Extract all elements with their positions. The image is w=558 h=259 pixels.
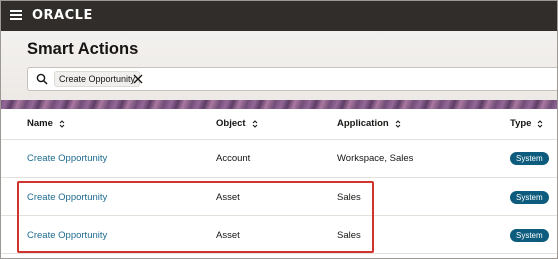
column-header-type[interactable]: Type — [510, 118, 543, 129]
table-row-object: Asset — [216, 230, 240, 241]
search-icon — [36, 73, 48, 85]
table-row-name-link[interactable]: Create Opportunity — [27, 230, 107, 241]
row-divider — [0, 215, 558, 216]
table-row-object: Account — [216, 153, 251, 164]
sort-icon[interactable] — [395, 119, 401, 129]
decorative-banner — [0, 100, 558, 109]
row-divider — [0, 177, 558, 178]
type-badge: System — [510, 229, 549, 242]
table-row-object: Asset — [216, 192, 240, 203]
sort-icon[interactable] — [537, 119, 543, 129]
type-badge: System — [510, 152, 549, 165]
hamburger-menu-icon[interactable] — [10, 10, 22, 20]
table-row-name-link[interactable]: Create Opportunity — [27, 192, 107, 203]
row-divider — [0, 139, 558, 140]
search-input[interactable]: Create Opportunity — [27, 67, 558, 91]
column-header-object[interactable]: Object — [216, 118, 258, 129]
column-header-name[interactable]: Name — [27, 118, 65, 129]
table-row-application: Workspace, Sales — [337, 153, 414, 164]
close-icon[interactable] — [132, 73, 144, 85]
sort-icon[interactable] — [252, 119, 258, 129]
table-row-application: Sales — [337, 230, 361, 241]
column-header-application[interactable]: Application — [337, 118, 401, 129]
filter-chip[interactable]: Create Opportunity — [54, 71, 141, 87]
page-title: Smart Actions — [27, 40, 139, 58]
table-row-application: Sales — [337, 192, 361, 203]
row-divider — [0, 253, 558, 254]
sort-icon[interactable] — [59, 119, 65, 129]
top-bar: ORACLE — [0, 0, 558, 31]
oracle-logo[interactable]: ORACLE — [32, 8, 93, 23]
table-row-name-link[interactable]: Create Opportunity — [27, 153, 107, 164]
type-badge: System — [510, 191, 549, 204]
